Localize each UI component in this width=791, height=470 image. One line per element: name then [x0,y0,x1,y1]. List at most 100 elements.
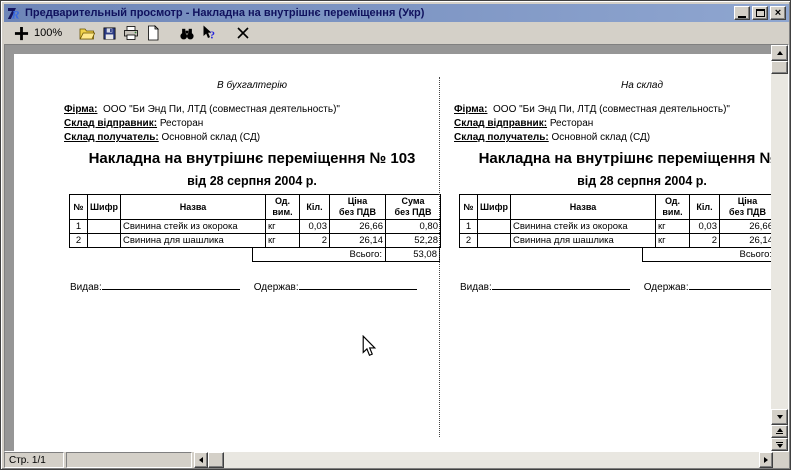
statusbar-corner [773,452,789,468]
page-down-bar [776,442,783,443]
horizontal-scrollbar[interactable] [194,452,773,468]
blank-page-icon [146,25,160,41]
scroll-down-button[interactable] [771,409,788,425]
cell-name: Свинина стейк из окорока [511,220,656,234]
zoom-tool-button[interactable] [10,23,32,43]
cell-unit: кг [266,234,300,248]
vertical-scrollbar[interactable] [771,45,788,451]
table-header-row: № Шифр Назва Од. вим. Кіл. Ціна без ПДВ … [70,195,441,220]
copy-destination: В бухгалтерію [64,80,440,93]
preview-page: В бухгалтерію Фірма: ООО "Би Энд Пи, ЛТД… [14,54,771,451]
col-unit: Од. вим. [656,195,690,220]
col-qty: Кіл. [690,195,720,220]
new-page-button[interactable] [142,23,164,43]
close-preview-button[interactable] [232,23,254,43]
signature-row: Видав: Одержав: [454,279,771,293]
receiver-label: Склад получатель: [454,132,549,143]
cell-num: 1 [70,220,88,234]
col-qty: Кіл. [300,195,330,220]
document-copy-accounting: В бухгалтерію Фірма: ООО "Би Энд Пи, ЛТД… [64,80,440,293]
preview-viewport: В бухгалтерію Фірма: ООО "Би Энд Пи, ЛТД… [5,45,771,451]
issued-signature-line [102,279,240,290]
zoom-level-value[interactable]: 100% [34,27,62,39]
cell-price: 26,14 [330,234,386,248]
toolbar: 100% [4,22,789,44]
print-button[interactable] [120,23,142,43]
scroll-left-button[interactable] [194,452,208,468]
invoice-title: Накладна на внутрішнє переміщення № 103 [454,150,771,167]
receiver-value: Основной склад (СД) [552,132,651,143]
page-counter: Стр. 1/1 [9,455,46,466]
copy-destination: На склад [454,80,771,93]
hscroll-track[interactable] [224,452,759,468]
firm-value: ООО "Би Энд Пи, ЛТД (совместная деятельн… [493,104,730,115]
titlebar: R Предварительный просмотр - Накладна на… [4,4,789,22]
total-label: Всього: [642,247,771,262]
cell-qty: 0,03 [690,220,720,234]
close-icon: × [775,8,781,18]
page-down-icon [777,444,783,448]
context-help-button[interactable]: ? [198,23,220,43]
save-button[interactable] [98,23,120,43]
col-code: Шифр [88,195,121,220]
app-logo-icon: R [7,6,22,21]
cell-unit: кг [656,234,690,248]
col-unit: Од. вим. [266,195,300,220]
open-button[interactable] [76,23,98,43]
page-counter-panel: Стр. 1/1 [4,452,64,468]
issued-label: Видав: [460,282,492,293]
col-code: Шифр [478,195,511,220]
cell-code [88,234,121,248]
cell-unit: кг [656,220,690,234]
sender-label: Склад відправник: [454,118,547,129]
vscroll-track[interactable] [771,74,788,409]
find-button[interactable] [176,23,198,43]
col-num: № [460,195,478,220]
arrow-left-icon [199,457,203,463]
maximize-button[interactable] [752,6,768,20]
close-button[interactable]: × [770,6,786,20]
firm-value: ООО "Би Энд Пи, ЛТД (совместная деятельн… [103,104,340,115]
items-table: № Шифр Назва Од. вим. Кіл. Ціна без ПДВ … [69,194,441,248]
svg-text:R: R [11,7,20,21]
sender-value: Ресторан [160,118,203,129]
minimize-button[interactable] [734,6,750,20]
invoice-title: Накладна на внутрішнє переміщення № 103 [64,150,440,167]
vscroll-thumb[interactable] [771,61,788,74]
next-page-button[interactable] [771,438,788,451]
table-row: 2 Свинина для шашлика кг 2 26,14 52,28 [70,234,441,248]
scroll-up-button[interactable] [771,45,788,61]
cell-unit: кг [266,220,300,234]
items-table: № Шифр Назва Од. вим. Кіл. Ціна без ПДВ … [459,194,771,248]
col-sum: Сума без ПДВ [386,195,441,220]
cell-qty: 2 [690,234,720,248]
document-copy-warehouse: На склад Фірма: ООО "Би Энд Пи, ЛТД (сов… [454,80,771,293]
arrow-up-icon [777,51,783,55]
cell-code [88,220,121,234]
received-signature-line [689,279,771,290]
hscroll-thumb[interactable] [208,452,224,468]
scroll-right-button[interactable] [759,452,773,468]
total-row: Всього: 53,08 [252,247,440,262]
receiver-value: Основной склад (СД) [162,132,261,143]
total-row: Всього: 53,08 [642,247,771,262]
prev-page-button[interactable] [771,425,788,438]
signature-row: Видав:Одержав: [64,279,440,293]
firm-label: Фірма: [454,104,487,115]
col-num: № [70,195,88,220]
cell-num: 1 [460,220,478,234]
col-name: Назва [121,195,266,220]
sender-label: Склад відправник: [64,118,157,129]
firm-label: Фірма: [64,104,97,115]
cell-sum: 0,80 [386,220,441,234]
invoice-date: від 28 серпня 2004 р. [454,174,771,188]
receiver-label: Склад получатель: [64,132,159,143]
preview-area: В бухгалтерію Фірма: ООО "Би Энд Пи, ЛТД… [4,44,789,452]
table-row: 1 Свинина стейк из окорока кг 0,03 26,66… [70,220,441,234]
table-header-row: № Шифр Назва Од. вим. Кіл. Ціна без ПДВ … [460,195,772,220]
cell-code [478,234,511,248]
preview-window: R Предварительный просмотр - Накладна на… [0,0,791,470]
issued-signature-line [492,279,630,290]
received-label: Одержав: [644,282,689,293]
issued-label: Видав: [70,282,102,293]
